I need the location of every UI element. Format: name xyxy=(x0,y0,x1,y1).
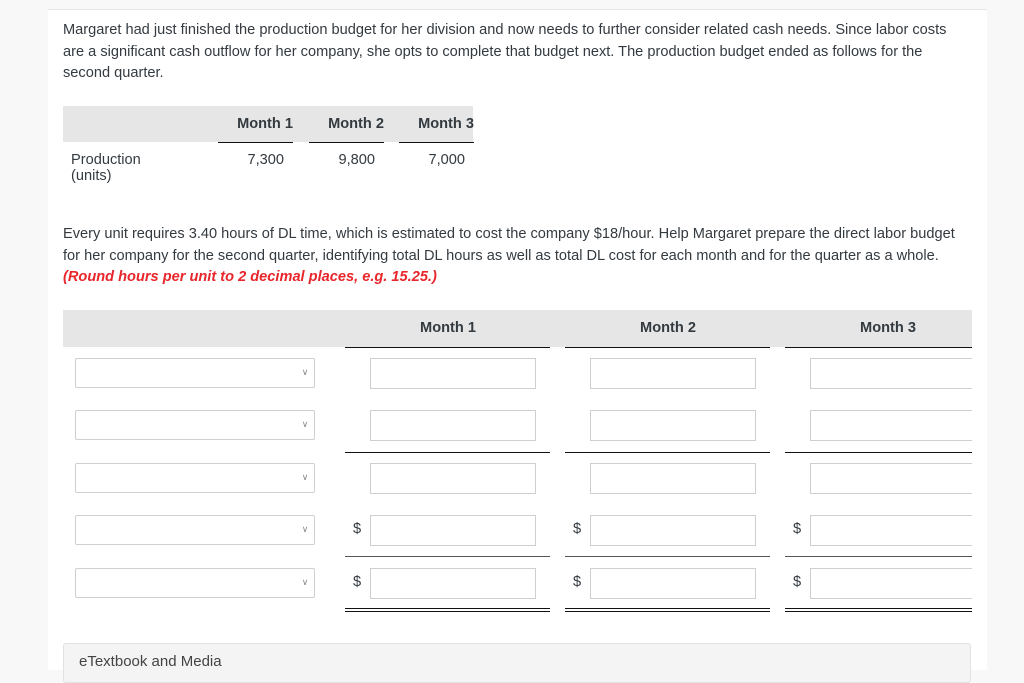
rule xyxy=(345,452,550,453)
instructions-paragraph: Every unit requires 3.40 hours of DL tim… xyxy=(63,224,963,289)
double-rule xyxy=(345,608,550,612)
budget-col-month-2: Month 2 xyxy=(640,320,696,336)
row-1-label-select[interactable]: ∨ xyxy=(75,358,315,388)
chevron-down-icon: ∨ xyxy=(301,419,309,429)
row-2-month-2-input[interactable] xyxy=(590,410,756,441)
budget-col-month-3: Month 3 xyxy=(860,320,916,336)
row-2-month-3-input[interactable] xyxy=(810,410,972,441)
row-4-month-1-dollar: $ xyxy=(353,521,362,537)
question-panel: Margaret had just finished the productio… xyxy=(48,9,987,683)
rule xyxy=(565,452,770,453)
row-1-month-1-input[interactable] xyxy=(370,358,536,389)
chevron-down-icon: ∨ xyxy=(301,472,309,482)
row-4-month-3-input[interactable] xyxy=(810,515,972,546)
row-5-month-3-dollar: $ xyxy=(793,574,802,590)
production-col-month-2: Month 2 xyxy=(309,106,384,143)
intro-paragraph: Margaret had just finished the productio… xyxy=(63,22,947,81)
row-4-month-2-dollar: $ xyxy=(573,521,582,537)
chevron-down-icon: ∨ xyxy=(301,367,309,377)
row-5-month-2-dollar: $ xyxy=(573,574,582,590)
row-3-month-2-input[interactable] xyxy=(590,463,756,494)
chevron-down-icon: ∨ xyxy=(301,577,309,587)
production-value-month-2: 9,800 xyxy=(338,152,375,168)
rule xyxy=(785,452,972,453)
row-4-month-3-dollar: $ xyxy=(793,521,802,537)
instructions-text: Every unit requires 3.40 hours of DL tim… xyxy=(63,226,955,264)
row-2-label-select[interactable]: ∨ xyxy=(75,410,315,440)
row-5-month-3-input[interactable] xyxy=(810,568,972,599)
etextbook-and-media-panel[interactable]: eTextbook and Media xyxy=(63,643,971,683)
row-4-label-select[interactable]: ∨ xyxy=(75,515,315,545)
rule xyxy=(345,347,550,348)
rule xyxy=(565,347,770,348)
row-5-month-1-dollar: $ xyxy=(353,574,362,590)
rounding-hint: (Round hours per unit to 2 decimal place… xyxy=(63,269,437,285)
production-value-month-3: 7,000 xyxy=(428,152,465,168)
row-5-label-select[interactable]: ∨ xyxy=(75,568,315,598)
rule xyxy=(785,347,972,348)
row-2-month-1-input[interactable] xyxy=(370,410,536,441)
rule xyxy=(565,556,770,557)
row-4-month-2-input[interactable] xyxy=(590,515,756,546)
budget-col-month-1: Month 1 xyxy=(420,320,476,336)
double-rule xyxy=(785,608,972,612)
production-row-label: Production (units) xyxy=(71,152,141,184)
row-5-month-1-input[interactable] xyxy=(370,568,536,599)
row-3-month-1-input[interactable] xyxy=(370,463,536,494)
row-5-month-2-input[interactable] xyxy=(590,568,756,599)
rule xyxy=(345,556,550,557)
etextbook-label: eTextbook and Media xyxy=(79,653,222,670)
production-col-month-1: Month 1 xyxy=(218,106,293,143)
row-1-month-3-input[interactable] xyxy=(810,358,972,389)
production-value-month-1: 7,300 xyxy=(247,152,284,168)
row-3-month-3-input[interactable] xyxy=(810,463,972,494)
row-1-month-2-input[interactable] xyxy=(590,358,756,389)
chevron-down-icon: ∨ xyxy=(301,524,309,534)
rule xyxy=(785,556,972,557)
double-rule xyxy=(565,608,770,612)
row-4-month-1-input[interactable] xyxy=(370,515,536,546)
row-3-label-select[interactable]: ∨ xyxy=(75,463,315,493)
production-col-month-3: Month 3 xyxy=(399,106,474,143)
